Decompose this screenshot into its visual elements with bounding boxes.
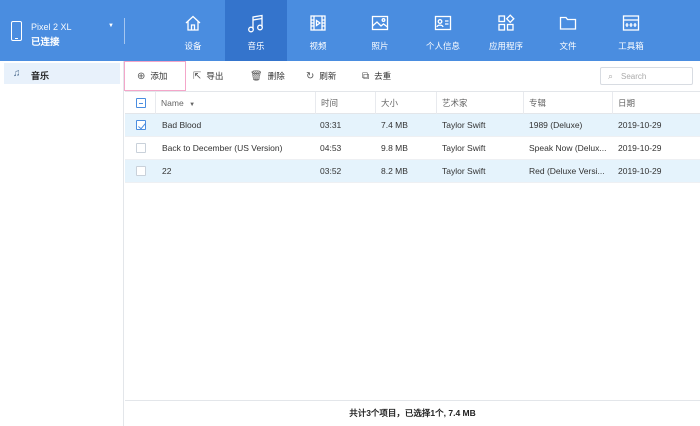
column-header-time[interactable]: 时间 [315, 92, 375, 114]
cell-name: Bad Blood [162, 120, 202, 130]
toolbox-icon [622, 15, 640, 31]
row-checkbox[interactable] [136, 143, 146, 153]
tab-label: 应用程序 [488, 41, 523, 51]
delete-label: 删除 [267, 71, 285, 81]
column-header-album[interactable]: 专辑 [523, 92, 612, 114]
table-row[interactable]: Back to December (US Version) 04:53 9.8 … [125, 137, 700, 160]
home-icon [185, 15, 201, 31]
tab-label: 音乐 [247, 41, 265, 51]
sidebar-item-music[interactable]: ♫ 音乐 [4, 63, 120, 84]
cell-size: 8.2 MB [381, 166, 408, 176]
music-note-icon [248, 14, 263, 33]
status-bar: 共计3个项目，已选择1个, 7.4 MB [125, 400, 700, 426]
cell-album: Speak Now (Delux... [529, 143, 607, 153]
selection-summary: 共计3个项目，已选择1个, 7.4 MB [349, 408, 476, 418]
add-button[interactable]: ⊕ 添加 [137, 67, 167, 85]
caret-down-icon[interactable]: ▼ [108, 23, 114, 29]
row-checkbox[interactable] [136, 120, 146, 130]
export-icon: ⇱ [193, 70, 202, 82]
add-label: 添加 [150, 71, 168, 81]
cell-name: 22 [162, 166, 172, 176]
dedupe-label: 去重 [374, 71, 392, 81]
tab-label: 工具箱 [618, 41, 644, 51]
cell-time: 03:52 [320, 166, 342, 176]
refresh-label: 刷新 [319, 71, 337, 81]
tab-video[interactable]: 视频 [287, 0, 349, 61]
tab-label: 照片 [371, 41, 389, 51]
tab-label: 设备 [184, 41, 202, 51]
sidebar: ♫ 音乐 [0, 61, 124, 426]
cell-time: 03:31 [320, 120, 342, 130]
trash-icon: 🗑 [250, 70, 263, 82]
tab-toolbox[interactable]: 工具箱 [600, 0, 662, 61]
top-bar: Pixel 2 XL 已连接 ▼ 设备 音乐 视频 照片 个人信息 应用程序 文… [0, 0, 700, 61]
tab-apps[interactable]: 应用程序 [475, 0, 537, 61]
tab-music[interactable]: 音乐 [225, 0, 287, 61]
copy-icon: ⧉ [362, 70, 370, 82]
device-selector[interactable]: Pixel 2 XL 已连接 ▼ [0, 0, 124, 61]
cell-name: Back to December (US Version) [162, 143, 283, 153]
tab-photos[interactable]: 照片 [349, 0, 411, 61]
sidebar-item-label: 音乐 [31, 71, 50, 81]
tab-files[interactable]: 文件 [537, 0, 599, 61]
export-label: 导出 [206, 71, 224, 81]
sort-down-icon: ▼ [189, 102, 196, 108]
select-all-checkbox[interactable] [136, 98, 146, 108]
apps-grid-icon [498, 14, 515, 31]
tab-label: 个人信息 [425, 41, 460, 51]
cell-date: 2019-10-29 [618, 166, 662, 176]
tab-contacts[interactable]: 个人信息 [412, 0, 474, 61]
search-icon: ⌕ [608, 71, 614, 81]
search-box[interactable]: ⌕ Search [600, 67, 693, 85]
cell-date: 2019-10-29 [618, 143, 662, 153]
refresh-button[interactable]: ↻ 刷新 [306, 67, 336, 85]
device-status: 已连接 [31, 37, 60, 48]
table-header: Name ▼ 时间 大小 艺术家 专辑 日期 [125, 91, 700, 114]
cell-time: 04:53 [320, 143, 342, 153]
export-button[interactable]: ⇱ 导出 [193, 67, 223, 85]
refresh-icon: ↻ [306, 70, 315, 82]
contact-card-icon [434, 15, 452, 31]
column-header-size[interactable]: 大小 [375, 92, 435, 114]
cell-artist: Taylor Swift [442, 166, 486, 176]
phone-icon [11, 21, 22, 41]
tab-label: 文件 [559, 41, 577, 51]
tab-label: 视频 [309, 41, 327, 51]
plus-circle-icon: ⊕ [137, 70, 146, 82]
image-icon [371, 15, 389, 31]
column-header-name[interactable]: Name ▼ [155, 92, 315, 114]
cell-artist: Taylor Swift [442, 143, 486, 153]
cell-album: Red (Deluxe Versi... [529, 166, 605, 176]
table-row[interactable]: 22 03:52 8.2 MB Taylor Swift Red (Deluxe… [125, 160, 700, 183]
cell-album: 1989 (Deluxe) [529, 120, 583, 130]
delete-button[interactable]: 🗑 删除 [250, 67, 285, 85]
column-name-label: Name [161, 98, 184, 108]
column-header-date[interactable]: 日期 [612, 92, 700, 114]
cell-artist: Taylor Swift [442, 120, 486, 130]
cell-size: 9.8 MB [381, 143, 408, 153]
search-placeholder: Search [621, 72, 647, 81]
folder-icon [559, 16, 577, 30]
table-row[interactable]: Bad Blood 03:31 7.4 MB Taylor Swift 1989… [125, 114, 700, 137]
music-note-icon: ♫ [13, 68, 21, 79]
cell-date: 2019-10-29 [618, 120, 662, 130]
device-name: Pixel 2 XL [31, 22, 72, 32]
tab-device[interactable]: 设备 [162, 0, 224, 61]
cell-size: 7.4 MB [381, 120, 408, 130]
dedupe-button[interactable]: ⧉ 去重 [362, 67, 391, 85]
column-header-artist[interactable]: 艺术家 [436, 92, 523, 114]
film-icon [310, 15, 326, 31]
divider [124, 18, 125, 44]
row-checkbox[interactable] [136, 166, 146, 176]
select-all-cell [125, 92, 155, 114]
